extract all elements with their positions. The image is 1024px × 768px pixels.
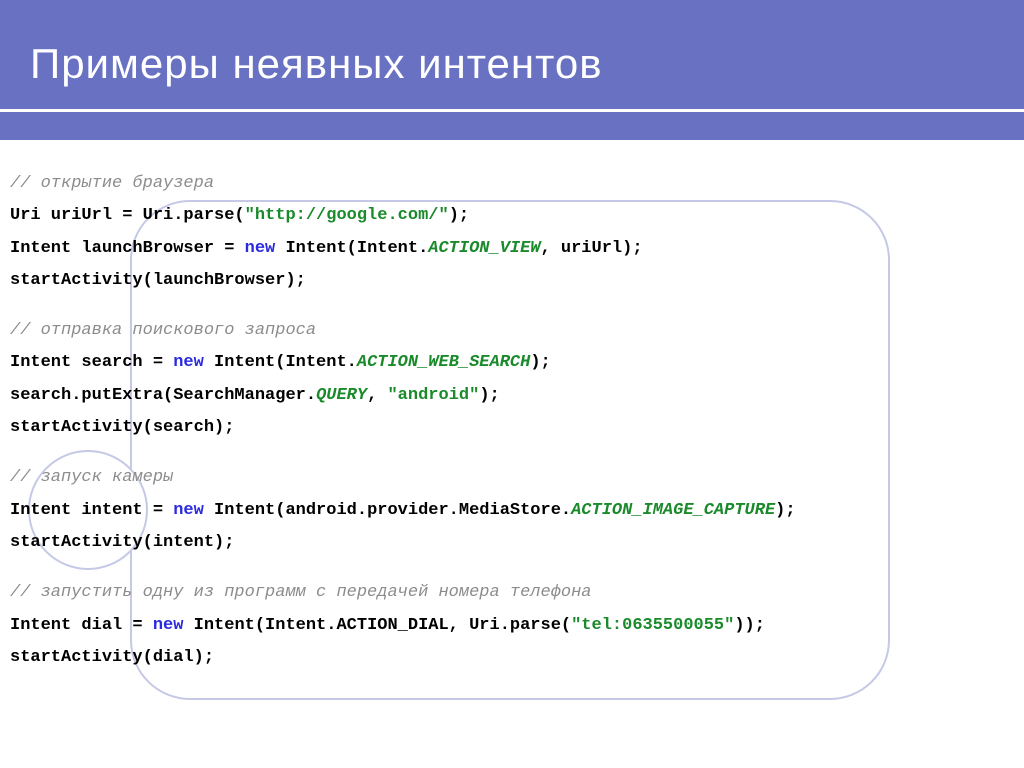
- code-line: startActivity(dial);: [10, 642, 1014, 674]
- code-string: "android": [387, 386, 479, 405]
- code-text: Intent intent =: [10, 501, 173, 520]
- code-text: , uriUrl);: [541, 239, 643, 258]
- code-static: ACTION_WEB_SEARCH: [357, 353, 530, 372]
- code-keyword: new: [153, 616, 184, 635]
- code-comment: // запустить одну из программ с передаче…: [10, 577, 1014, 609]
- code-text: Intent(android.provider.MediaStore.: [204, 501, 571, 520]
- code-line: Intent intent = new Intent(android.provi…: [10, 495, 1014, 527]
- code-comment: // отправка поискового запроса: [10, 315, 1014, 347]
- code-line: Intent launchBrowser = new Intent(Intent…: [10, 233, 1014, 265]
- code-text: ));: [734, 616, 765, 635]
- code-keyword: new: [173, 501, 204, 520]
- code-text: );: [530, 353, 550, 372]
- slide-title: Примеры неявных интентов: [30, 40, 994, 88]
- code-keyword: new: [245, 239, 276, 258]
- code-text: );: [449, 206, 469, 225]
- code-static: ACTION_IMAGE_CAPTURE: [571, 501, 775, 520]
- code-string: "http://google.com/": [245, 206, 449, 225]
- slide-header: Примеры неявных интентов: [0, 0, 1024, 140]
- code-text: search.putExtra(SearchManager.: [10, 386, 316, 405]
- code-string: "tel:0635500055": [571, 616, 734, 635]
- code-text: Intent launchBrowser =: [10, 239, 245, 258]
- code-static: QUERY: [316, 386, 367, 405]
- code-content: // открытие браузера Uri uriUrl = Uri.pa…: [0, 140, 1024, 694]
- code-text: );: [479, 386, 499, 405]
- code-gap: [10, 559, 1014, 577]
- code-text: );: [775, 501, 795, 520]
- code-static: ACTION_VIEW: [428, 239, 540, 258]
- code-line: startActivity(launchBrowser);: [10, 265, 1014, 297]
- code-text: Intent dial =: [10, 616, 153, 635]
- code-line: startActivity(search);: [10, 412, 1014, 444]
- code-text: Uri uriUrl = Uri.parse(: [10, 206, 245, 225]
- code-comment: // открытие браузера: [10, 168, 1014, 200]
- code-text: ,: [367, 386, 387, 405]
- code-line: Intent dial = new Intent(Intent.ACTION_D…: [10, 610, 1014, 642]
- code-text: Intent search =: [10, 353, 173, 372]
- code-text: Intent(Intent.ACTION_DIAL, Uri.parse(: [183, 616, 571, 635]
- code-line: Uri uriUrl = Uri.parse("http://google.co…: [10, 200, 1014, 232]
- code-gap: [10, 297, 1014, 315]
- code-line: startActivity(intent);: [10, 527, 1014, 559]
- code-line: search.putExtra(SearchManager.QUERY, "an…: [10, 380, 1014, 412]
- title-underline: [0, 109, 1024, 112]
- code-comment: // запуск камеры: [10, 462, 1014, 494]
- code-text: Intent(Intent.: [275, 239, 428, 258]
- code-gap: [10, 444, 1014, 462]
- code-text: Intent(Intent.: [204, 353, 357, 372]
- code-keyword: new: [173, 353, 204, 372]
- code-line: Intent search = new Intent(Intent.ACTION…: [10, 347, 1014, 379]
